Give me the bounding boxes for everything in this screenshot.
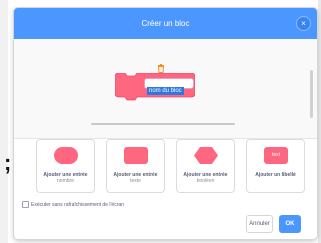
option-subtitle: texte xyxy=(130,178,141,184)
cancel-button[interactable]: Annuler xyxy=(246,215,273,233)
close-icon: × xyxy=(301,19,306,28)
block-name-input[interactable]: nom du bloc xyxy=(144,78,194,95)
create-block-modal: Créer un bloc × nom du bloc Ajouter une … xyxy=(14,8,317,239)
block-preview-workspace[interactable]: nom du bloc xyxy=(14,39,317,139)
background-glyph: ; xyxy=(4,150,12,175)
option-label: Ajouter une entrée nombre xyxy=(37,172,94,184)
label-icon-text: text xyxy=(271,152,281,158)
modal-header: Créer un bloc × xyxy=(14,8,317,39)
add-text-input-option[interactable]: Ajouter une entrée texte xyxy=(106,139,165,193)
number-input-icon xyxy=(54,147,78,164)
run-without-refresh-checkbox[interactable] xyxy=(22,201,29,208)
modal-title: Créer un bloc xyxy=(141,19,190,28)
option-subtitle: nombre xyxy=(57,178,74,184)
ok-button[interactable]: OK xyxy=(279,215,301,233)
text-input-icon xyxy=(124,147,148,164)
add-number-input-option[interactable]: Ajouter une entrée nombre xyxy=(36,139,95,193)
background-panel-left xyxy=(0,0,8,243)
option-label: Ajouter une entrée texte xyxy=(107,172,164,184)
horizontal-scrollbar[interactable] xyxy=(91,123,235,125)
option-label: Ajouter un libellé xyxy=(247,172,304,178)
add-label-option[interactable]: text Ajouter un libellé xyxy=(246,139,305,193)
trash-icon[interactable] xyxy=(157,64,165,73)
option-title: Ajouter un libellé xyxy=(255,172,296,178)
checkbox-label: Exécuter sans rafraîchissement de l'écra… xyxy=(31,201,124,208)
vertical-scrollbar[interactable] xyxy=(310,70,313,118)
add-boolean-input-option[interactable]: Ajouter une entrée booléen xyxy=(176,139,235,193)
block-name-text: nom du bloc xyxy=(147,87,184,95)
option-subtitle: booléen xyxy=(196,178,215,184)
boolean-input-icon xyxy=(194,147,218,164)
option-label: Ajouter une entrée booléen xyxy=(177,172,234,184)
run-without-refresh-row[interactable]: Exécuter sans rafraîchissement de l'écra… xyxy=(22,201,124,208)
close-button[interactable]: × xyxy=(297,17,310,30)
label-icon: text xyxy=(264,147,288,164)
